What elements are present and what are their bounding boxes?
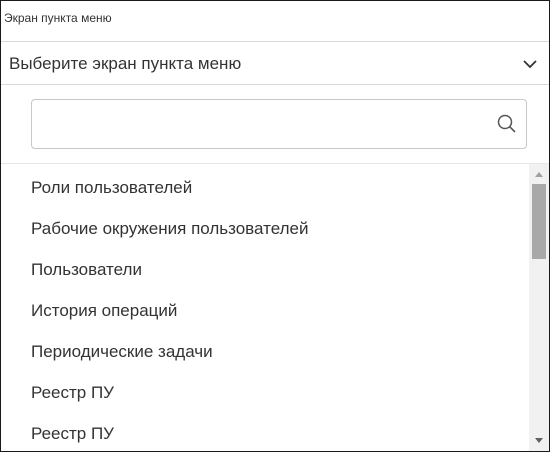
chevron-down-icon[interactable] — [521, 55, 539, 73]
select-placeholder: Выберите экран пункта меню — [9, 54, 242, 73]
scrollbar-thumb[interactable] — [532, 184, 546, 259]
field-label: Экран пункта меню — [4, 11, 112, 25]
list-item[interactable]: История операций — [1, 291, 527, 331]
search-box — [31, 99, 527, 149]
list-item[interactable]: Реестр ПУ — [1, 414, 527, 451]
scroll-down-arrow-icon[interactable] — [529, 433, 549, 449]
list-item[interactable]: Рабочие окружения пользователей — [1, 209, 527, 249]
screen-select[interactable]: Выберите экран пункта меню — [1, 41, 549, 85]
list-item[interactable]: Пользователи — [1, 250, 527, 290]
menu-item-screen-field: Экран пункта меню Выберите экран пункта … — [0, 0, 550, 452]
search-icon[interactable] — [496, 113, 518, 135]
scroll-up-arrow-icon[interactable] — [529, 166, 549, 182]
scrollbar[interactable] — [529, 164, 549, 451]
options-list: Роли пользователей Рабочие окружения пол… — [1, 164, 527, 451]
list-item[interactable]: Периодические задачи — [1, 332, 527, 372]
list-item[interactable]: Реестр ПУ — [1, 373, 527, 413]
list-item[interactable]: Роли пользователей — [1, 168, 527, 208]
search-input[interactable] — [40, 108, 484, 142]
dropdown-panel: Роли пользователей Рабочие окружения пол… — [1, 85, 549, 451]
